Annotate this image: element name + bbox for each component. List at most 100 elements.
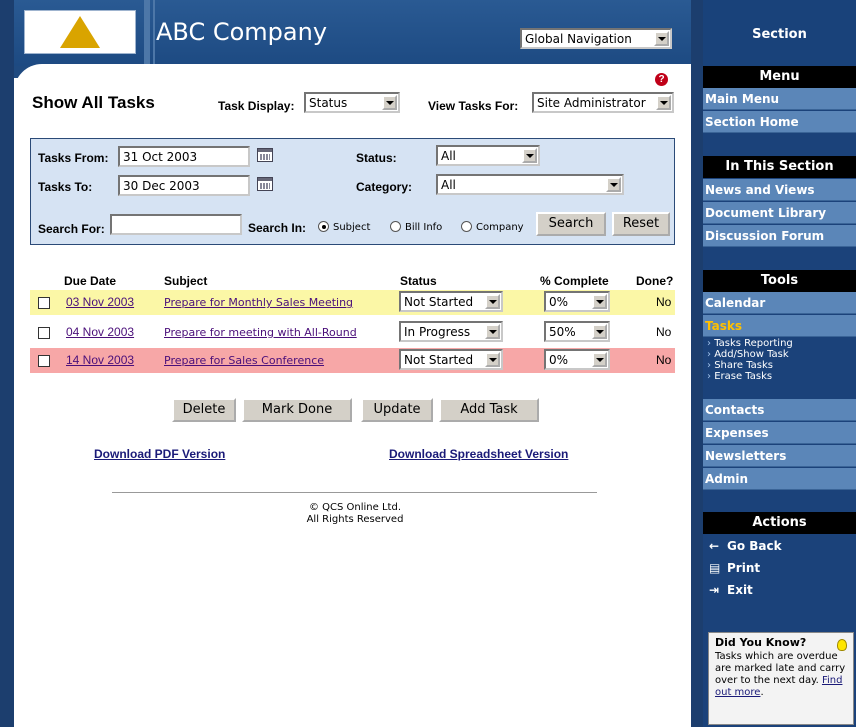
task-display-select[interactable]: Status <box>304 92 400 113</box>
sidebar-item-news-and-views[interactable]: News and Views <box>703 179 856 201</box>
chevron-down-icon[interactable] <box>654 31 669 46</box>
row-complete-select[interactable]: 0% <box>544 349 610 370</box>
mark-done-button[interactable]: Mark Done <box>242 398 352 422</box>
chevron-down-icon[interactable] <box>592 352 607 367</box>
due-date-link[interactable]: 14 Nov 2003 <box>66 353 134 367</box>
did-you-know-period: . <box>760 687 764 698</box>
category-filter-label: Category: <box>356 180 413 194</box>
view-tasks-for-select[interactable]: Site Administrator <box>532 92 674 113</box>
global-navigation-value: Global Navigation <box>525 31 632 46</box>
radio-bill-info[interactable] <box>390 221 401 232</box>
row-complete-select[interactable]: 50% <box>544 321 610 342</box>
chevron-down-icon[interactable] <box>485 294 500 309</box>
action-exit-label: Exit <box>727 583 753 597</box>
global-navigation-select[interactable]: Global Navigation <box>520 28 672 49</box>
action-print[interactable]: ▤ Print <box>703 557 856 579</box>
action-exit[interactable]: ⇥ Exit <box>703 579 856 601</box>
delete-button[interactable]: Delete <box>172 398 236 422</box>
row-select-checkbox[interactable] <box>38 327 50 339</box>
tasks-submenu: Tasks Reporting Add/Show Task Share Task… <box>703 338 856 402</box>
subject-link[interactable]: Prepare for meeting with All-Round <box>164 326 357 339</box>
calendar-icon[interactable] <box>257 177 273 191</box>
sidebar-item-tasks[interactable]: Tasks <box>703 315 856 337</box>
calendar-icon[interactable] <box>257 148 273 162</box>
search-for-label: Search For: <box>38 222 105 236</box>
tasks-to-input[interactable]: 30 Dec 2003 <box>118 175 250 196</box>
add-task-button[interactable]: Add Task <box>439 398 539 422</box>
update-button[interactable]: Update <box>361 398 433 422</box>
search-button[interactable]: Search <box>536 212 606 236</box>
done-value: No <box>656 325 672 339</box>
radio-subject[interactable] <box>318 221 329 232</box>
sidebar-item-discussion-forum[interactable]: Discussion Forum <box>703 225 856 247</box>
row-status-value: Not Started <box>404 352 474 367</box>
col-header-complete: % Complete <box>540 274 609 288</box>
sidebar-item-main-menu[interactable]: Main Menu <box>703 88 856 110</box>
col-header-subject: Subject <box>164 274 208 288</box>
lightbulb-icon <box>837 639 847 651</box>
due-date-link[interactable]: 03 Nov 2003 <box>66 295 134 309</box>
row-status-select[interactable]: In Progress <box>399 321 503 342</box>
chevron-down-icon[interactable] <box>485 324 500 339</box>
submenu-erase-tasks[interactable]: Erase Tasks <box>703 371 856 382</box>
subject-link[interactable]: Prepare for Sales Conference <box>164 354 324 367</box>
radio-company[interactable] <box>461 221 472 232</box>
radio-bill-info-label: Bill Info <box>405 222 443 233</box>
sidebar-heading-actions: Actions <box>703 512 856 534</box>
header-divider <box>144 0 150 66</box>
submenu-add-show-task[interactable]: Add/Show Task <box>703 349 856 360</box>
table-row: 14 Nov 2003 Prepare for Sales Conference… <box>30 348 675 373</box>
chevron-down-icon[interactable] <box>592 324 607 339</box>
row-select-checkbox[interactable] <box>38 297 50 309</box>
sidebar-item-contacts[interactable]: Contacts <box>703 399 856 421</box>
row-status-select[interactable]: Not Started <box>399 291 503 312</box>
download-pdf-link[interactable]: Download PDF Version <box>94 447 225 461</box>
chevron-down-icon[interactable] <box>485 352 500 367</box>
row-status-select[interactable]: Not Started <box>399 349 503 370</box>
company-logo[interactable] <box>24 10 136 54</box>
sidebar-item-section-home[interactable]: Section Home <box>703 111 856 133</box>
sidebar-item-expenses[interactable]: Expenses <box>703 422 856 444</box>
logo-pyramid-icon <box>60 16 100 48</box>
sidebar-item-admin[interactable]: Admin <box>703 468 856 490</box>
submenu-tasks-reporting[interactable]: Tasks Reporting <box>703 338 856 349</box>
sidebar-item-newsletters[interactable]: Newsletters <box>703 445 856 467</box>
row-complete-value: 0% <box>549 352 569 367</box>
footer-divider <box>112 492 597 493</box>
chevron-down-icon[interactable] <box>592 294 607 309</box>
company-name: ABC Company <box>156 18 328 46</box>
reset-button[interactable]: Reset <box>612 212 670 236</box>
done-value: No <box>656 353 672 367</box>
due-date-link[interactable]: 04 Nov 2003 <box>66 325 134 339</box>
copyright-line-2: All Rights Reserved <box>306 514 404 525</box>
download-spreadsheet-link[interactable]: Download Spreadsheet Version <box>389 447 568 461</box>
chevron-down-icon[interactable] <box>656 95 671 110</box>
search-for-input[interactable] <box>110 214 242 235</box>
view-tasks-for-label: View Tasks For: <box>428 99 519 113</box>
status-filter-value: All <box>441 148 456 163</box>
subject-link[interactable]: Prepare for Monthly Sales Meeting <box>164 296 353 309</box>
row-status-value: Not Started <box>404 294 474 309</box>
table-row: 03 Nov 2003 Prepare for Monthly Sales Me… <box>30 290 675 315</box>
sidebar-item-calendar[interactable]: Calendar <box>703 292 856 314</box>
sidebar-item-document-library[interactable]: Document Library <box>703 202 856 224</box>
action-go-back[interactable]: ← Go Back <box>703 535 856 557</box>
action-print-label: Print <box>727 561 761 575</box>
radio-subject-label: Subject <box>333 222 371 233</box>
chevron-down-icon[interactable] <box>606 177 621 192</box>
tasks-from-input[interactable]: 31 Oct 2003 <box>118 146 250 167</box>
back-arrow-icon: ← <box>709 539 720 553</box>
chevron-down-icon[interactable] <box>522 148 537 163</box>
category-filter-value: All <box>441 177 456 192</box>
row-complete-select[interactable]: 0% <box>544 291 610 312</box>
chevron-down-icon[interactable] <box>382 95 397 110</box>
category-filter-select[interactable]: All <box>436 174 624 195</box>
row-select-checkbox[interactable] <box>38 355 50 367</box>
col-header-due-date: Due Date <box>64 274 117 288</box>
submenu-share-tasks[interactable]: Share Tasks <box>703 360 856 371</box>
status-filter-select[interactable]: All <box>436 145 540 166</box>
table-row: 04 Nov 2003 Prepare for meeting with All… <box>30 320 675 345</box>
copyright-line-1: © QCS Online Ltd. <box>308 502 401 513</box>
tasks-from-label: Tasks From: <box>38 151 109 165</box>
help-icon[interactable]: ? <box>655 73 668 86</box>
